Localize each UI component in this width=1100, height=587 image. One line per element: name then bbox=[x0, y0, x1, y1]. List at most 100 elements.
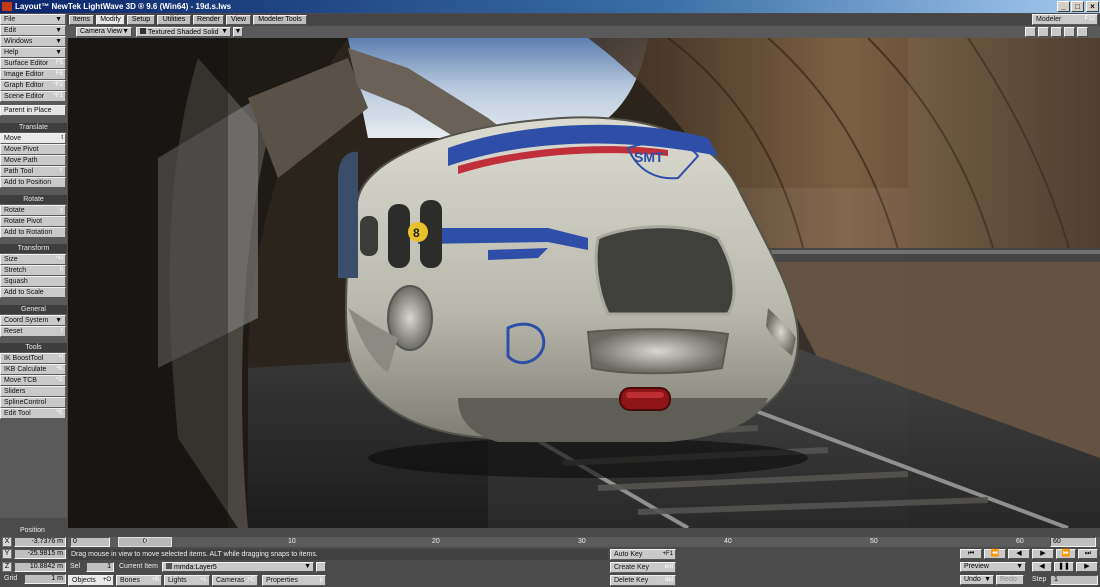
rotate-button[interactable]: Rotate y bbox=[0, 205, 66, 216]
play-reverse-button[interactable]: ◀ bbox=[1032, 562, 1052, 572]
previous-frame-button[interactable]: ◀ bbox=[1008, 549, 1030, 559]
z-position-field[interactable]: 10.8842 m bbox=[14, 562, 66, 572]
bottom-panel: Position X -3.7376 m Y -25.9815 m Z 10.8… bbox=[0, 527, 1100, 587]
stretch-button[interactable]: Stretch h bbox=[0, 265, 66, 276]
z-axis-icon: Z bbox=[2, 562, 12, 572]
spline-control-button[interactable]: SplineControl bbox=[0, 397, 66, 408]
tab-modify[interactable]: Modify bbox=[96, 15, 125, 25]
sel-label: Sel bbox=[70, 563, 81, 570]
edit-menu[interactable]: Edit ▼ bbox=[0, 25, 66, 36]
windows-menu[interactable]: Windows ▼ bbox=[0, 36, 66, 47]
create-key-button[interactable]: Create Key ent bbox=[610, 562, 676, 573]
current-item-dropdown[interactable]: mmda:Layer5 ▼ bbox=[162, 562, 314, 572]
tab-view[interactable]: View bbox=[226, 15, 251, 25]
move-button[interactable]: Move t bbox=[0, 133, 66, 144]
viewport-options-dropdown[interactable]: ▼ bbox=[233, 27, 243, 37]
position-label: Position bbox=[20, 527, 45, 534]
rotate-pivot-button[interactable]: Rotate Pivot bbox=[0, 216, 66, 227]
help-menu[interactable]: Help ▼ bbox=[0, 47, 66, 58]
tab-bar: Items Modify Setup Utilities Render View… bbox=[67, 14, 1100, 25]
rotate-view-icon[interactable] bbox=[1038, 27, 1049, 37]
maximize-viewport-icon[interactable] bbox=[1077, 27, 1088, 37]
vehicle-number: 8 bbox=[413, 226, 420, 240]
scene-editor-button[interactable]: Scene Editor ^F1 bbox=[0, 91, 66, 102]
reset-button[interactable]: Reset r bbox=[0, 326, 66, 337]
delete-key-button[interactable]: Delete Key del bbox=[610, 575, 676, 586]
ik-boost-tool-button[interactable]: IK BoostTool ^I bbox=[0, 353, 66, 364]
layout-window: Layout™ NewTek LightWave 3D ® 9.6 (Win64… bbox=[0, 0, 1100, 587]
coord-system-dropdown[interactable]: Coord System ▼ bbox=[0, 315, 66, 326]
cameras-button[interactable]: Cameras +C bbox=[212, 575, 258, 586]
step-label: Step bbox=[1032, 576, 1047, 583]
next-frame-button[interactable]: ▶ bbox=[1032, 549, 1054, 559]
add-to-position-button[interactable]: Add to Position bbox=[0, 177, 66, 188]
graph-editor-button[interactable]: Graph Editor ^F2 bbox=[0, 80, 66, 91]
next-key-button[interactable]: ⏩ bbox=[1056, 549, 1076, 559]
move-path-button[interactable]: Move Path bbox=[0, 155, 66, 166]
title-bar: Layout™ NewTek LightWave 3D ® 9.6 (Win64… bbox=[0, 0, 1100, 13]
rotate-header: Rotate bbox=[0, 195, 67, 204]
y-position-field[interactable]: -25.9815 m bbox=[14, 549, 66, 559]
properties-button[interactable]: Properties p bbox=[262, 575, 326, 586]
lights-button[interactable]: Lights +L bbox=[164, 575, 210, 586]
window-title: Layout™ NewTek LightWave 3D ® 9.6 (Win64… bbox=[15, 2, 232, 11]
move-tcb-button[interactable]: Move TCB ^G bbox=[0, 375, 66, 386]
sliders-button[interactable]: Sliders bbox=[0, 386, 66, 397]
tab-modeler-tools[interactable]: Modeler Tools bbox=[253, 15, 307, 25]
edit-tool-button[interactable]: Edit Tool ^E bbox=[0, 408, 66, 419]
translate-header: Translate bbox=[0, 123, 67, 132]
auto-key-toggle[interactable]: Auto Key +F1 bbox=[610, 549, 676, 560]
render-mode-dropdown[interactable]: Textured Shaded Solid ▼ bbox=[136, 27, 231, 37]
tab-items[interactable]: Items bbox=[69, 15, 94, 25]
general-header: General bbox=[0, 305, 67, 314]
status-bar: Drag mouse in view to move selected item… bbox=[68, 549, 608, 560]
left-toolbar: File ▼ Edit ▼ Windows ▼ Help ▼ Surface Edito… bbox=[0, 14, 67, 518]
size-button[interactable]: Size ^H bbox=[0, 254, 66, 265]
scene-render: 8 SMT bbox=[68, 38, 1100, 528]
add-to-rotation-button[interactable]: Add to Rotation bbox=[0, 227, 66, 238]
go-to-start-button[interactable]: ⏮ bbox=[960, 549, 982, 559]
tab-utilities[interactable]: Utilities bbox=[157, 15, 191, 25]
transform-header: Transform bbox=[0, 244, 67, 253]
view-type-dropdown[interactable]: Camera View ▼ bbox=[76, 27, 132, 37]
shading-icon bbox=[140, 28, 146, 34]
modeler-button[interactable]: Modeler F12 bbox=[1032, 14, 1098, 25]
vehicle-logo-text: SMT bbox=[634, 149, 664, 165]
grid-size-field[interactable]: 1 m bbox=[24, 574, 66, 584]
file-menu[interactable]: File ▼ bbox=[0, 14, 66, 25]
ikb-calculate-button[interactable]: IKB Calculate ^K bbox=[0, 364, 66, 375]
add-to-scale-button[interactable]: Add to Scale bbox=[0, 287, 66, 298]
path-tool-button[interactable]: Path Tool Y bbox=[0, 166, 66, 177]
redo-button[interactable]: Redo bbox=[996, 575, 1024, 585]
play-button[interactable]: ▶ bbox=[1076, 562, 1098, 572]
preview-dropdown[interactable]: Preview ▼ bbox=[960, 562, 1026, 572]
minimize-button[interactable]: _ bbox=[1057, 1, 1070, 12]
x-axis-icon: X bbox=[2, 537, 12, 547]
objects-button[interactable]: Objects +O bbox=[68, 575, 114, 586]
close-button[interactable]: × bbox=[1086, 1, 1099, 12]
zoom-view-icon[interactable] bbox=[1051, 27, 1062, 37]
undo-dropdown[interactable]: Undo ▼ bbox=[960, 575, 994, 585]
go-to-end-button[interactable]: ⏭ bbox=[1078, 549, 1098, 559]
bones-button[interactable]: Bones +B bbox=[116, 575, 162, 586]
pause-button[interactable]: ❚❚ bbox=[1054, 562, 1074, 572]
tab-setup[interactable]: Setup bbox=[127, 15, 155, 25]
magnify-icon[interactable] bbox=[1064, 27, 1075, 37]
image-editor-button[interactable]: Image Editor F6 bbox=[0, 69, 66, 80]
camera-viewport[interactable]: 8 SMT bbox=[68, 38, 1100, 528]
maximize-button[interactable]: □ bbox=[1071, 1, 1084, 12]
lightwave-logo-icon bbox=[2, 2, 12, 11]
tab-render[interactable]: Render bbox=[193, 15, 224, 25]
object-icon bbox=[166, 563, 172, 569]
move-view-icon[interactable] bbox=[1025, 27, 1036, 37]
previous-key-button[interactable]: ⏪ bbox=[984, 549, 1006, 559]
x-position-field[interactable]: -3.7376 m bbox=[14, 537, 66, 547]
step-field[interactable]: 1 bbox=[1050, 575, 1098, 585]
move-pivot-button[interactable]: Move Pivot bbox=[0, 144, 66, 155]
parent-in-place-toggle[interactable]: Parent in Place bbox=[0, 105, 66, 116]
squash-button[interactable]: Squash bbox=[0, 276, 66, 287]
grid-label: Grid bbox=[4, 575, 18, 582]
surface-editor-button[interactable]: Surface Editor F5 bbox=[0, 58, 66, 69]
viewport-toolbar: Camera View ▼ Textured Shaded Solid ▼ ▼ bbox=[67, 26, 1100, 38]
item-options-button[interactable] bbox=[316, 562, 326, 572]
